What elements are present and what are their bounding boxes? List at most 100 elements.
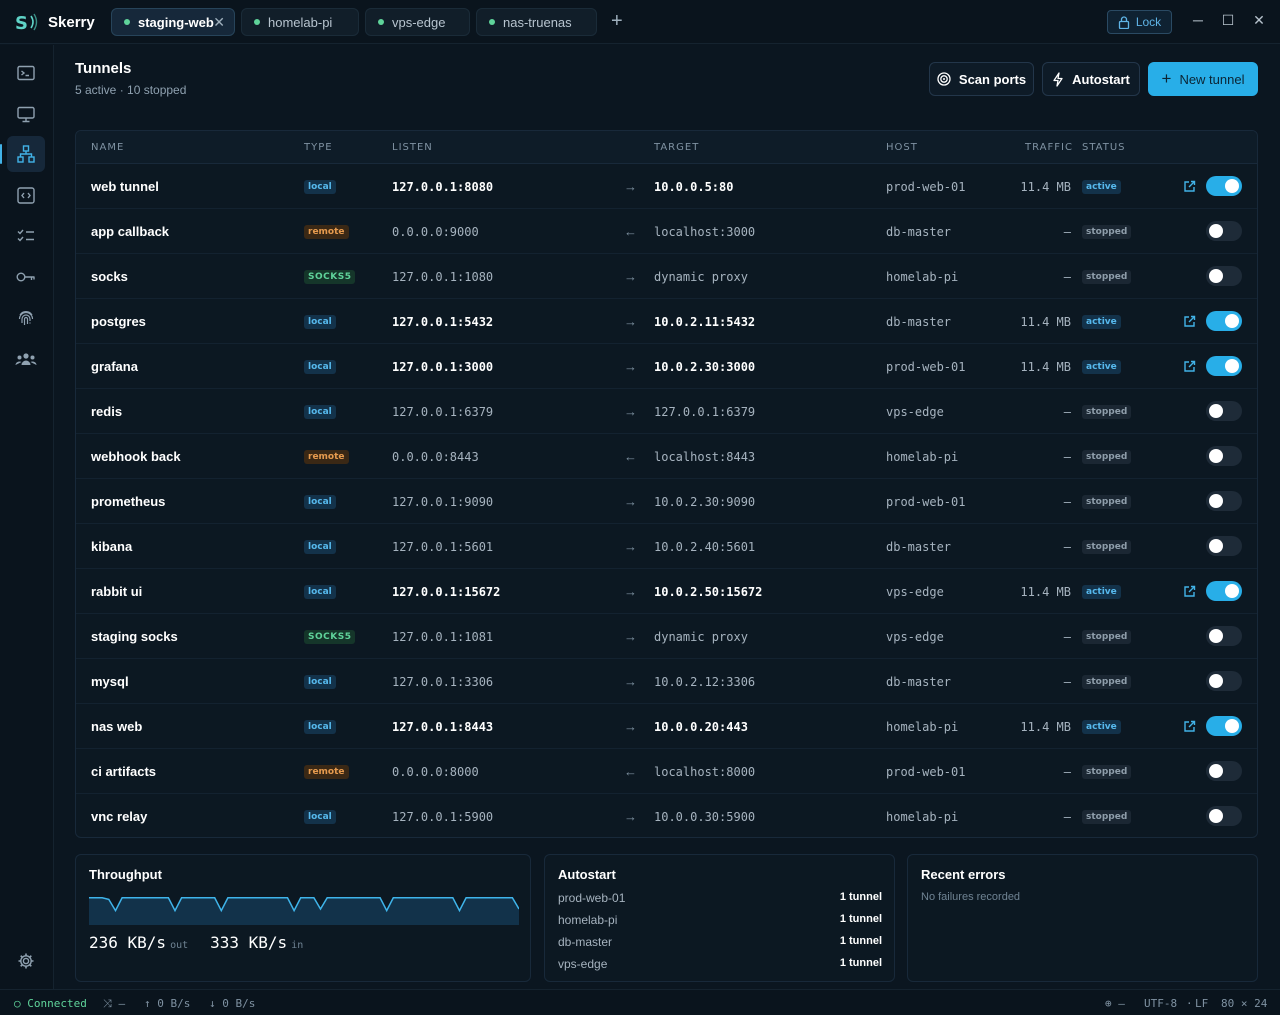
target-address: 10.0.0.20:443 xyxy=(654,719,748,734)
tunnel-toggle[interactable] xyxy=(1206,221,1242,241)
host-name: homelab-pi xyxy=(886,269,959,284)
toggle-knob xyxy=(1225,314,1239,328)
table-row[interactable]: mysql local 127.0.0.1:3306 → 10.0.2.12:3306 d… xyxy=(76,659,1257,704)
target-address: 10.0.0.5:80 xyxy=(654,179,734,194)
tunnel-name: webhook back xyxy=(91,449,181,464)
tunnel-name: postgres xyxy=(91,314,146,329)
open-external-icon[interactable] xyxy=(1183,164,1196,209)
type-badge: local xyxy=(304,584,336,599)
page-title: Tunnels xyxy=(75,60,132,77)
eol-status[interactable]: LF xyxy=(1195,997,1208,1010)
minimize-icon[interactable]: ─ xyxy=(1188,12,1208,28)
type-cell: local xyxy=(304,704,336,749)
tab-staging-web[interactable]: staging-web ✕ xyxy=(111,8,235,36)
throughput-in-value: 333 KB/s xyxy=(210,933,288,952)
open-external-icon[interactable] xyxy=(1183,299,1196,344)
toggle-knob xyxy=(1209,764,1223,778)
tunnel-name: ci artifacts xyxy=(91,764,157,779)
close-window-icon[interactable]: ✕ xyxy=(1249,12,1269,29)
open-external-icon[interactable] xyxy=(1183,704,1196,749)
maximize-icon[interactable]: ☐ xyxy=(1218,12,1238,29)
scan-ports-button[interactable]: Scan ports xyxy=(929,62,1034,96)
autostart-row: db-master 1 tunnel xyxy=(558,935,882,949)
tunnel-toggle[interactable] xyxy=(1206,626,1242,646)
table-row[interactable]: postgres local 127.0.0.1:5432 → 10.0.2.11:54… xyxy=(76,299,1257,344)
listen-address: 0.0.0.0:8000 xyxy=(392,764,479,779)
host-name: db-master xyxy=(886,314,952,329)
host-name: homelab-pi xyxy=(886,719,959,734)
table-row[interactable]: prometheus local 127.0.0.1:9090 → 10.0.2.30:… xyxy=(76,479,1257,524)
table-row[interactable]: socks SOCKS5 127.0.0.1:1080 → dynamic proxy h… xyxy=(76,254,1257,299)
table-row[interactable]: grafana local 127.0.0.1:3000 → 10.0.2.30:300… xyxy=(76,344,1257,389)
sidebar-item-tunnels[interactable] xyxy=(0,136,45,172)
tunnel-toggle[interactable] xyxy=(1206,446,1242,466)
tunnel-toggle[interactable] xyxy=(1206,806,1242,826)
sidebar-item-settings[interactable] xyxy=(7,943,45,979)
tunnel-name: prometheus xyxy=(91,494,166,509)
status-cell: stopped xyxy=(1082,254,1132,299)
open-external-icon[interactable] xyxy=(1183,569,1196,614)
table-row[interactable]: web tunnel local 127.0.0.1:8080 → 10.0.0.5:8… xyxy=(76,164,1257,209)
tunnel-toggle[interactable] xyxy=(1206,266,1242,286)
table-row[interactable]: app callback remote 0.0.0.0:9000 ← localhost… xyxy=(76,209,1257,254)
tunnel-toggle[interactable] xyxy=(1206,356,1242,376)
status-cell: active xyxy=(1082,569,1121,614)
table-row[interactable]: redis local 127.0.0.1:6379 → 127.0.0.1:6379 v… xyxy=(76,389,1257,434)
sidebar-item-checklist[interactable] xyxy=(7,218,45,254)
page-subtitle: 5 active · 10 stopped xyxy=(75,83,187,97)
tab-homelab-pi[interactable]: homelab-pi xyxy=(241,8,359,36)
tunnel-toggle[interactable] xyxy=(1206,716,1242,736)
host-name: prod-web-01 xyxy=(886,494,966,509)
throughput-out-label: out xyxy=(170,940,189,951)
tunnel-toggle[interactable] xyxy=(1206,761,1242,781)
recent-errors-empty: No failures recorded xyxy=(921,891,1021,903)
table-row[interactable]: rabbit ui local 127.0.0.1:15672 → 10.0.2.50:… xyxy=(76,569,1257,614)
sidebar-item-keys[interactable] xyxy=(7,259,45,295)
tunnel-toggle[interactable] xyxy=(1206,671,1242,691)
type-badge: remote xyxy=(304,449,349,464)
toggle-knob xyxy=(1225,179,1239,193)
add-tab-button[interactable]: + xyxy=(611,10,623,32)
fingerprint-icon xyxy=(18,311,34,325)
host-name: db-master xyxy=(886,539,952,554)
table-row[interactable]: kibana local 127.0.0.1:5601 → 10.0.2.40:5601… xyxy=(76,524,1257,569)
table-row[interactable]: nas web local 127.0.0.1:8443 → 10.0.0.20:443… xyxy=(76,704,1257,749)
tunnel-toggle[interactable] xyxy=(1206,311,1242,331)
tab-vps-edge[interactable]: vps-edge xyxy=(365,8,470,36)
sidebar-item-code[interactable] xyxy=(7,177,45,213)
monitor-icon xyxy=(17,106,35,122)
lock-button[interactable]: Lock xyxy=(1107,10,1172,34)
table-row[interactable]: vnc relay local 127.0.0.1:5900 → 10.0.0.30:5… xyxy=(76,794,1257,837)
target-address: dynamic proxy xyxy=(654,629,748,644)
sidebar-item-terminal[interactable] xyxy=(7,55,45,91)
tunnel-toggle[interactable] xyxy=(1206,176,1242,196)
autostart-row: homelab-pi 1 tunnel xyxy=(558,913,882,927)
listen-address: 0.0.0.0:8443 xyxy=(392,449,479,464)
column-header-traffic: TRAFFIC xyxy=(1025,142,1073,153)
table-row[interactable]: staging socks SOCKS5 127.0.0.1:1081 → dynami… xyxy=(76,614,1257,659)
type-cell: local xyxy=(304,344,336,389)
close-icon[interactable]: ✕ xyxy=(213,14,225,31)
tunnel-toggle[interactable] xyxy=(1206,401,1242,421)
table-row[interactable]: webhook back remote 0.0.0.0:8443 ← localhost… xyxy=(76,434,1257,479)
sidebar-item-fingerprint[interactable] xyxy=(7,300,45,336)
tunnel-toggle[interactable] xyxy=(1206,536,1242,556)
type-badge: remote xyxy=(304,764,349,779)
open-external-icon[interactable] xyxy=(1183,344,1196,389)
sidebar-item-monitor[interactable] xyxy=(7,96,45,132)
host-name: db-master xyxy=(886,224,952,239)
tunnel-toggle[interactable] xyxy=(1206,491,1242,511)
tunnel-toggle[interactable] xyxy=(1206,581,1242,601)
type-cell: local xyxy=(304,659,336,704)
status-cell: stopped xyxy=(1082,479,1132,524)
svg-text:S: S xyxy=(15,13,28,34)
status-badge: stopped xyxy=(1082,404,1132,419)
tab-nas-truenas[interactable]: nas-truenas xyxy=(476,8,597,36)
status-badge: stopped xyxy=(1082,224,1132,239)
autostart-button[interactable]: Autostart xyxy=(1042,62,1140,96)
new-tunnel-button[interactable]: + New tunnel xyxy=(1148,62,1258,96)
key-icon xyxy=(16,272,35,282)
sidebar-item-team[interactable] xyxy=(7,341,45,377)
encoding-status[interactable]: UTF-8 xyxy=(1144,997,1177,1010)
table-row[interactable]: ci artifacts remote 0.0.0.0:8000 ← localhost… xyxy=(76,749,1257,794)
